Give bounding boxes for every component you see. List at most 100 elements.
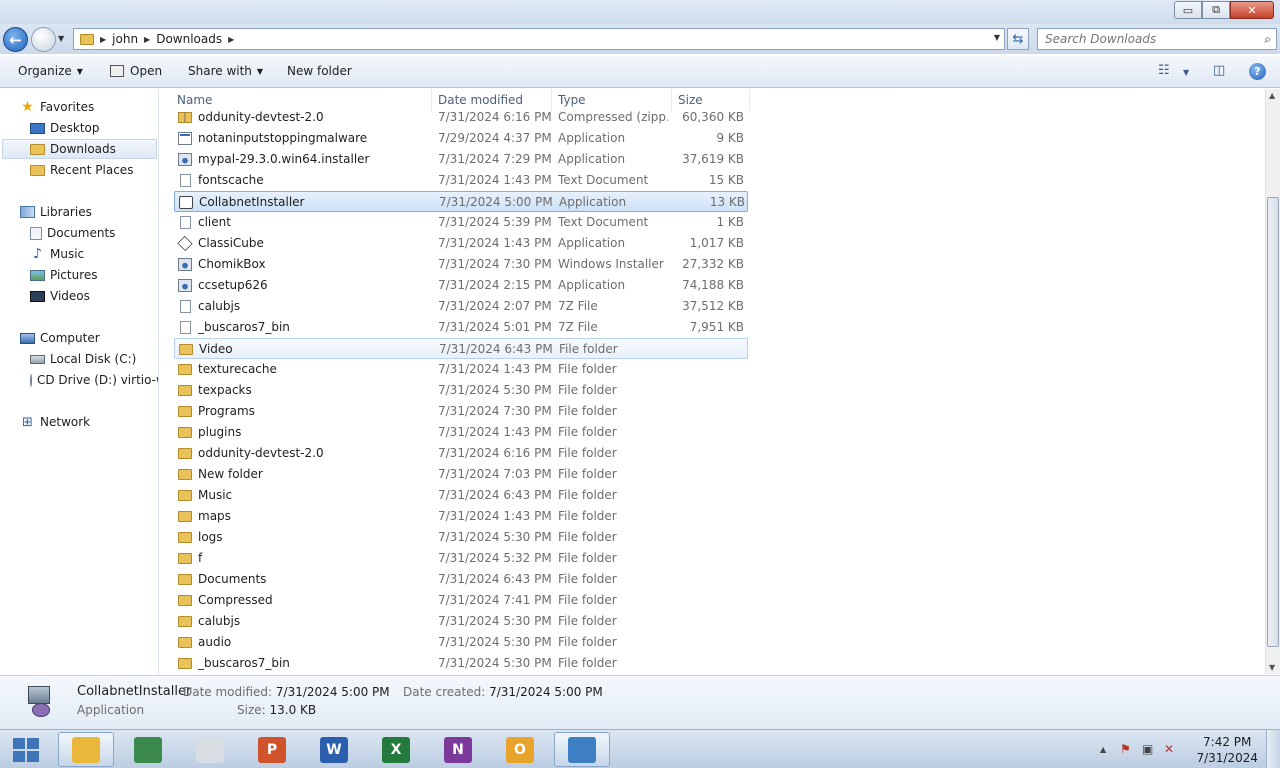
search-box[interactable]: ⌕ [1037,28,1277,50]
table-row[interactable]: texpacks 7/31/2024 5:30 PM File folder [174,380,748,401]
table-row[interactable]: Music 7/31/2024 6:43 PM File folder [174,485,748,506]
table-row[interactable]: texturecache 7/31/2024 1:43 PM File folder [174,359,748,380]
nav-videos[interactable]: Videos [30,286,90,306]
refresh-button[interactable]: ⇆ [1007,28,1029,50]
nav-music[interactable]: ♪ Music [30,244,84,264]
tray-overflow-icon[interactable]: ▲ [1100,745,1106,754]
table-row[interactable]: Documents 7/31/2024 6:43 PM File folder [174,569,748,590]
nav-network[interactable]: ⊞ Network [20,412,90,432]
scroll-down-icon[interactable]: ▼ [1269,663,1275,672]
forward-button[interactable] [31,27,56,52]
action-center-flag-icon[interactable]: ⚑ [1120,742,1131,756]
table-row[interactable]: client 7/31/2024 5:39 PM Text Document 1 KB [174,212,748,233]
table-row[interactable]: notaninputstoppingmalware 7/29/2024 4:37 … [174,128,748,149]
maximize-button[interactable]: ⧉ [1202,1,1230,19]
nav-cd-drive[interactable]: CD Drive (D:) virtio-w [30,370,158,390]
table-row[interactable]: fontscache 7/31/2024 1:43 PM Text Document… [174,170,748,191]
close-button[interactable]: ✕ [1230,1,1274,19]
table-row[interactable]: logs 7/31/2024 5:30 PM File folder [174,527,748,548]
show-desktop-button[interactable] [1266,730,1280,768]
taskbar-app-remote[interactable] [554,732,610,767]
help-button[interactable]: ? [1249,63,1266,80]
nav-documents[interactable]: Documents [30,223,115,243]
chevron-right-icon[interactable]: ▶ [100,35,106,44]
breadcrumb-john[interactable]: john [112,32,138,46]
taskbar-app-box[interactable] [182,732,238,767]
network-status-icon[interactable]: ▣ [1142,742,1153,756]
taskbar-app-chrome-like[interactable] [120,732,176,767]
share-with-menu[interactable]: Share with ▼ [188,64,263,78]
view-dropdown[interactable]: ▼ [1183,68,1189,77]
nav-label: Pictures [50,268,98,282]
address-bar[interactable]: ▶ john ▶ Downloads ▶ ▼ [73,28,1005,50]
table-row[interactable]: plugins 7/31/2024 1:43 PM File folder [174,422,748,443]
taskbar-app-onenote[interactable]: N [430,732,486,767]
table-row[interactable]: Video 7/31/2024 6:43 PM File folder [174,338,748,359]
vertical-scrollbar[interactable]: ▲ ▼ [1265,89,1280,674]
taskbar-app-word[interactable]: W [306,732,362,767]
file-date-modified: 7/31/2024 5:30 PM [438,383,552,397]
application-icon [177,235,193,252]
nav-libraries[interactable]: Libraries [20,202,92,222]
new-folder-button[interactable]: New folder [287,64,352,78]
table-row[interactable]: mypal-29.3.0.win64.installer 7/31/2024 7:… [174,149,748,170]
file-type: 7Z File [558,299,598,313]
table-row[interactable]: New folder 7/31/2024 7:03 PM File folder [174,464,748,485]
table-row[interactable]: ccsetup626 7/31/2024 2:15 PM Application 74… [174,275,748,296]
table-row[interactable]: CollabnetInstaller 7/31/2024 5:00 PM Appli… [174,191,748,212]
table-row[interactable]: ClassiCube 7/31/2024 1:43 PM Application 1,… [174,233,748,254]
back-button[interactable]: ← [3,27,28,52]
file-type: File folder [559,342,618,356]
breadcrumb-downloads[interactable]: Downloads [156,32,222,46]
table-row[interactable]: calubjs 7/31/2024 2:07 PM 7Z File 37,512 KB [174,296,748,317]
view-list-icon: ☷ [1158,63,1170,78]
folder-icon [178,469,192,480]
recent-pages-dropdown[interactable]: ▼ [58,34,64,43]
table-row[interactable]: oddunity-devtest-2.0 7/31/2024 6:16 PM Fil… [174,443,748,464]
organize-menu[interactable]: Organize ▼ [18,64,83,78]
nav-computer[interactable]: Computer [20,328,100,348]
nav-recent-places[interactable]: Recent Places [30,160,133,180]
file-type: File folder [558,404,617,418]
preview-pane-button[interactable]: ◫ [1213,63,1225,78]
nav-favorites[interactable]: ★ Favorites [20,97,94,117]
chevron-right-icon[interactable]: ▶ [228,35,234,44]
table-row[interactable]: _buscaros7_bin 7/31/2024 5:30 PM File fold… [174,653,748,674]
chevron-right-icon[interactable]: ▶ [144,35,150,44]
clock[interactable]: 7:42 PM 7/31/2024 [1196,734,1258,766]
size-value: 13.0 KB [269,703,317,717]
file-size: 7,951 KB [689,320,744,334]
scrollbar-thumb[interactable] [1267,197,1279,647]
table-row[interactable]: oddunity-devtest-2.0 7/31/2024 6:16 PM Com… [174,107,748,128]
nav-downloads[interactable]: Downloads [2,139,157,159]
table-row[interactable]: maps 7/31/2024 1:43 PM File folder [174,506,748,527]
search-input[interactable] [1038,29,1248,49]
volume-muted-icon[interactable]: ✕ [1164,742,1174,756]
application-icon [24,683,56,721]
scroll-up-icon[interactable]: ▲ [1269,91,1275,100]
taskbar-app-outlook[interactable]: O [492,732,548,767]
nav-desktop[interactable]: Desktop [30,118,100,138]
nav-local-disk[interactable]: Local Disk (C:) [30,349,136,369]
open-button[interactable]: Open [110,64,162,78]
table-row[interactable]: calubjs 7/31/2024 5:30 PM File folder [174,611,748,632]
date-modified-value: 7/31/2024 5:00 PM [275,685,390,699]
table-row[interactable]: Programs 7/31/2024 7:30 PM File folder [174,401,748,422]
nav-pictures[interactable]: Pictures [30,265,98,285]
taskbar-app-powerpoint[interactable]: P [244,732,300,767]
minimize-button[interactable]: ▭ [1174,1,1202,19]
file-name: ClassiCube [198,236,264,250]
search-icon[interactable]: ⌕ [1264,32,1271,47]
details-date-created: Date created: 7/31/2024 5:00 PM [403,685,603,699]
table-row[interactable]: _buscaros7_bin 7/31/2024 5:01 PM 7Z File 7,… [174,317,748,338]
view-options-button[interactable]: ☷ [1158,63,1170,78]
help-icon: ? [1254,65,1261,78]
table-row[interactable]: Compressed 7/31/2024 7:41 PM File folder [174,590,748,611]
taskbar-app-excel[interactable]: X [368,732,424,767]
taskbar-app-explorer[interactable] [58,732,114,767]
start-button[interactable] [8,736,44,764]
table-row[interactable]: audio 7/31/2024 5:30 PM File folder [174,632,748,653]
chevron-down-icon[interactable]: ▼ [994,33,1000,42]
table-row[interactable]: f 7/31/2024 5:32 PM File folder [174,548,748,569]
table-row[interactable]: ChomikBox 7/31/2024 7:30 PM Windows Instal… [174,254,748,275]
